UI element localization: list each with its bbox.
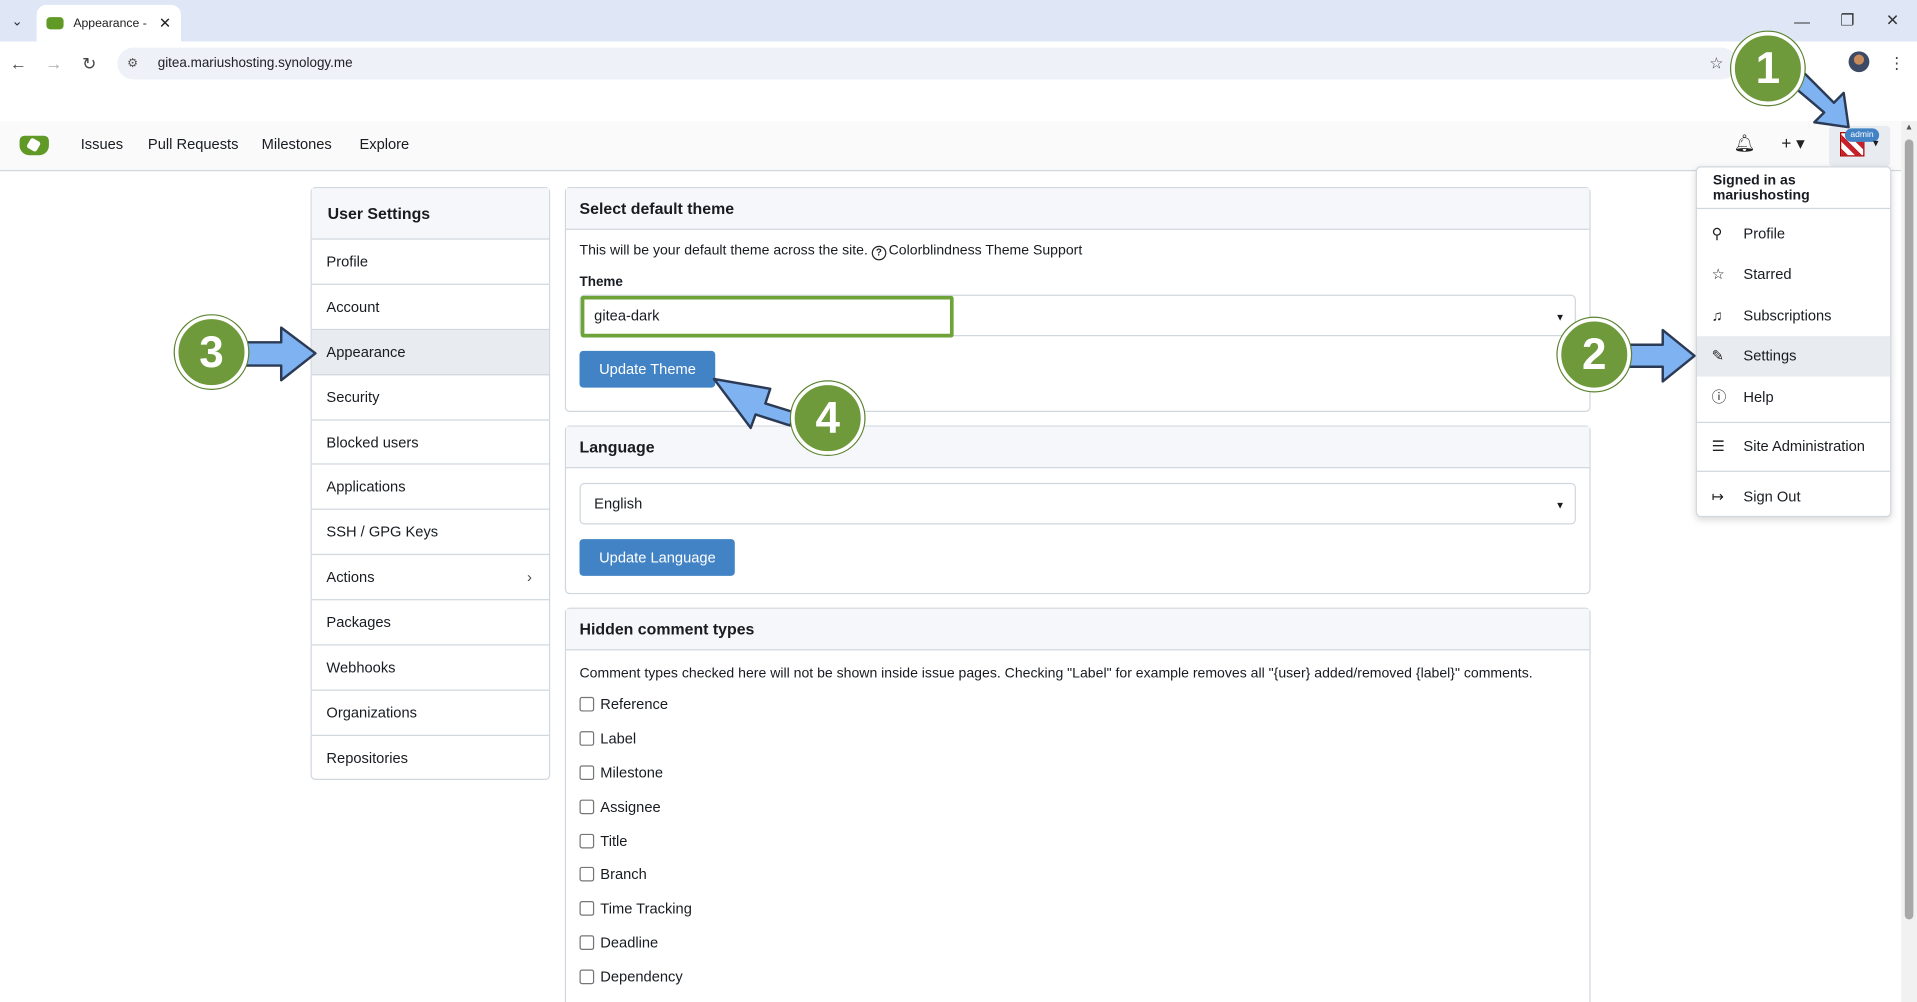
callout-1: 1 [1731,31,1805,106]
callout-4: 4 [791,381,865,455]
annotation-arrows [243,72,1850,430]
callout-3: 3 [174,315,249,389]
arrow-4 [712,377,799,430]
arrow-2 [1624,328,1696,383]
arrow-3 [243,326,317,382]
callout-2: 2 [1557,317,1631,392]
